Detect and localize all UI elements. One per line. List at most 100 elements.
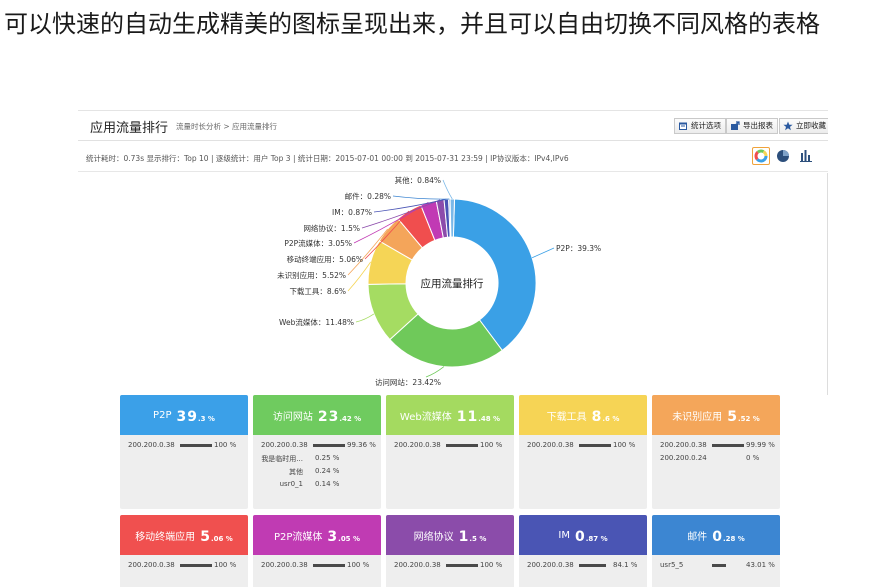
user-name: 200.200.0.38 bbox=[128, 441, 175, 449]
user-percentage: 0.24 % bbox=[315, 467, 340, 475]
card-percentage-fraction: .52 % bbox=[737, 414, 760, 423]
card-body: 200.200.0.38 84.1 % bbox=[519, 555, 647, 574]
card-label: 移动终端应用 bbox=[135, 531, 196, 543]
card-percentage-integer: 11 bbox=[456, 408, 479, 425]
export-report-label: 导出报表 bbox=[743, 121, 773, 130]
card-header[interactable]: 下载工具 8.6 % bbox=[519, 395, 647, 435]
card-percentage-integer: 0 bbox=[574, 528, 586, 545]
user-percentage: 100 % bbox=[214, 441, 237, 449]
card-percentage: 23.42 % bbox=[318, 406, 361, 425]
card-percentage: 0.87 % bbox=[575, 526, 608, 545]
slice-im-label: IM：0.87% bbox=[332, 208, 372, 217]
card-percentage-integer: 0 bbox=[712, 528, 723, 545]
category-card[interactable]: 下载工具 8.6 % 200.200.0.38 100 % bbox=[519, 395, 647, 509]
slice-web-media-label: Web流媒体：11.48% bbox=[279, 317, 354, 327]
card-body: 200.200.0.38 100 % bbox=[120, 555, 248, 574]
card-user-row: 其他 0.24 % bbox=[253, 467, 381, 480]
card-user-row: 200.200.0.38 99.99 % bbox=[652, 441, 780, 454]
card-body: 200.200.0.38 100 % bbox=[253, 555, 381, 574]
card-body: 200.200.0.38 100 % bbox=[120, 435, 248, 454]
card-percentage-integer: 39 bbox=[176, 408, 198, 425]
user-name: 200.200.0.38 bbox=[261, 561, 308, 569]
card-percentage: 11.48 % bbox=[457, 406, 500, 425]
usage-bar bbox=[313, 444, 345, 447]
card-header[interactable]: 移动终端应用 5.06 % bbox=[120, 515, 248, 555]
category-card[interactable]: 移动终端应用 5.06 % 200.200.0.38 100 % bbox=[120, 515, 248, 587]
card-percentage-fraction: .87 % bbox=[585, 534, 608, 543]
card-user-row: usr5_5 43.01 % bbox=[652, 561, 780, 574]
bar-chart-icon bbox=[800, 150, 812, 162]
card-percentage-fraction: .3 % bbox=[197, 414, 215, 423]
card-header[interactable]: P2P 39.3 % bbox=[120, 395, 248, 435]
slice-other[interactable] bbox=[449, 198, 456, 238]
slice-download-label: 下载工具：8.6% bbox=[289, 286, 346, 296]
card-label: Web流媒体 bbox=[399, 411, 452, 423]
card-label: 访问网站 bbox=[272, 411, 313, 423]
card-percentage: 8.6 % bbox=[592, 406, 620, 425]
category-card[interactable]: 网络协议 1.5 % 200.200.0.38 100 % bbox=[386, 515, 514, 587]
donut-view-button[interactable] bbox=[752, 147, 770, 165]
card-user-row: 200.200.0.38 100 % bbox=[120, 561, 248, 574]
card-user-row: 200.200.0.38 100 % bbox=[386, 561, 514, 574]
favorite-button[interactable]: 立即收藏 bbox=[779, 118, 828, 134]
card-percentage-integer: 3 bbox=[327, 528, 339, 545]
user-name: 200.200.0.38 bbox=[394, 441, 441, 449]
slice-net-protocol-label: 网络协议：1.5% bbox=[303, 223, 360, 233]
category-card[interactable]: 访问网站 23.42 % 200.200.0.38 99.36 % 我是临时用... 0.… bbox=[253, 395, 381, 509]
card-percentage: 5.06 % bbox=[200, 526, 233, 545]
usage-bar bbox=[579, 444, 611, 447]
card-header[interactable]: IM 0.87 % bbox=[519, 515, 647, 555]
favorite-label: 立即收藏 bbox=[796, 121, 826, 130]
user-name: 200.200.0.38 bbox=[527, 561, 574, 569]
card-label: 邮件 bbox=[687, 531, 708, 543]
report-panel: 应用流量排行 流量时长分析 > 应用流量排行 统计选项 导出报表 立即收藏 统计… bbox=[78, 110, 828, 587]
category-card[interactable]: 邮件 0.28 % usr5_5 43.01 % bbox=[652, 515, 780, 587]
stat-options-label: 统计选项 bbox=[691, 121, 721, 130]
card-label: P2P流媒体 bbox=[273, 531, 323, 543]
category-card[interactable]: P2P流媒体 3.05 % 200.200.0.38 100 % bbox=[253, 515, 381, 587]
chart-center-title: 应用流量排行 bbox=[421, 277, 484, 290]
card-header[interactable]: 未识别应用 5.52 % bbox=[652, 395, 780, 435]
user-percentage: 0.25 % bbox=[315, 454, 340, 462]
bar-view-button[interactable] bbox=[798, 147, 816, 165]
card-header[interactable]: 邮件 0.28 % bbox=[652, 515, 780, 555]
card-header[interactable]: P2P流媒体 3.05 % bbox=[253, 515, 381, 555]
user-name: 其他 bbox=[289, 468, 303, 476]
card-percentage-fraction: .05 % bbox=[338, 534, 361, 543]
slice-p2p-media-label: P2P流媒体：3.05% bbox=[284, 238, 352, 248]
card-body: 200.200.0.38 100 % bbox=[386, 555, 514, 574]
slice-other-leader bbox=[442, 179, 453, 200]
report-header: 应用流量排行 流量时长分析 > 应用流量排行 统计选项 导出报表 立即收藏 bbox=[78, 111, 828, 141]
card-user-row: 200.200.0.38 100 % bbox=[120, 441, 248, 454]
category-card[interactable]: IM 0.87 % 200.200.0.38 84.1 % bbox=[519, 515, 647, 587]
card-header[interactable]: 网络协议 1.5 % bbox=[386, 515, 514, 555]
user-name: 我是临时用... bbox=[261, 455, 303, 463]
card-percentage-fraction: .06 % bbox=[210, 534, 233, 543]
category-card[interactable]: 未识别应用 5.52 % 200.200.0.38 99.99 % 200.200.0.… bbox=[652, 395, 780, 509]
export-report-button[interactable]: 导出报表 bbox=[726, 118, 778, 134]
card-body: 200.200.0.38 100 % bbox=[519, 435, 647, 454]
user-percentage: 100 % bbox=[480, 561, 503, 569]
page-title: 应用流量排行 bbox=[90, 121, 169, 136]
user-percentage: 0.14 % bbox=[315, 480, 340, 488]
card-user-row: 200.200.0.24 0 % bbox=[652, 454, 780, 467]
pie-view-button[interactable] bbox=[775, 147, 793, 165]
slice-download-leader bbox=[347, 261, 372, 292]
slice-visit-label: 访问网站：23.42% bbox=[375, 377, 441, 387]
stats-info-bar: 统计耗时：0.73s 显示排行：Top 10 | 逐级统计：用户 Top 3 |… bbox=[78, 142, 828, 172]
card-label: 下载工具 bbox=[546, 411, 587, 423]
category-card[interactable]: P2P 39.3 % 200.200.0.38 100 % bbox=[120, 395, 248, 509]
donut-chart: P2P：39.3% 访问网站：23.42% Web流媒体：11.48% 下载工具：8.… bbox=[277, 175, 601, 387]
card-body: 200.200.0.38 100 % bbox=[386, 435, 514, 454]
slice-web-media-leader bbox=[355, 313, 375, 323]
slice-mail-label: 邮件：0.28% bbox=[345, 191, 391, 201]
card-header[interactable]: 访问网站 23.42 % bbox=[253, 395, 381, 435]
donut-chart-icon bbox=[754, 149, 768, 163]
category-card[interactable]: Web流媒体 11.48 % 200.200.0.38 100 % bbox=[386, 395, 514, 509]
user-percentage: 99.99 % bbox=[746, 441, 775, 449]
card-header[interactable]: Web流媒体 11.48 % bbox=[386, 395, 514, 435]
card-user-row: 200.200.0.38 99.36 % bbox=[253, 441, 381, 454]
stat-options-button[interactable]: 统计选项 bbox=[674, 118, 726, 134]
breadcrumb[interactable]: 流量时长分析 > 应用流量排行 bbox=[176, 121, 277, 132]
card-percentage-fraction: .42 % bbox=[339, 414, 362, 423]
